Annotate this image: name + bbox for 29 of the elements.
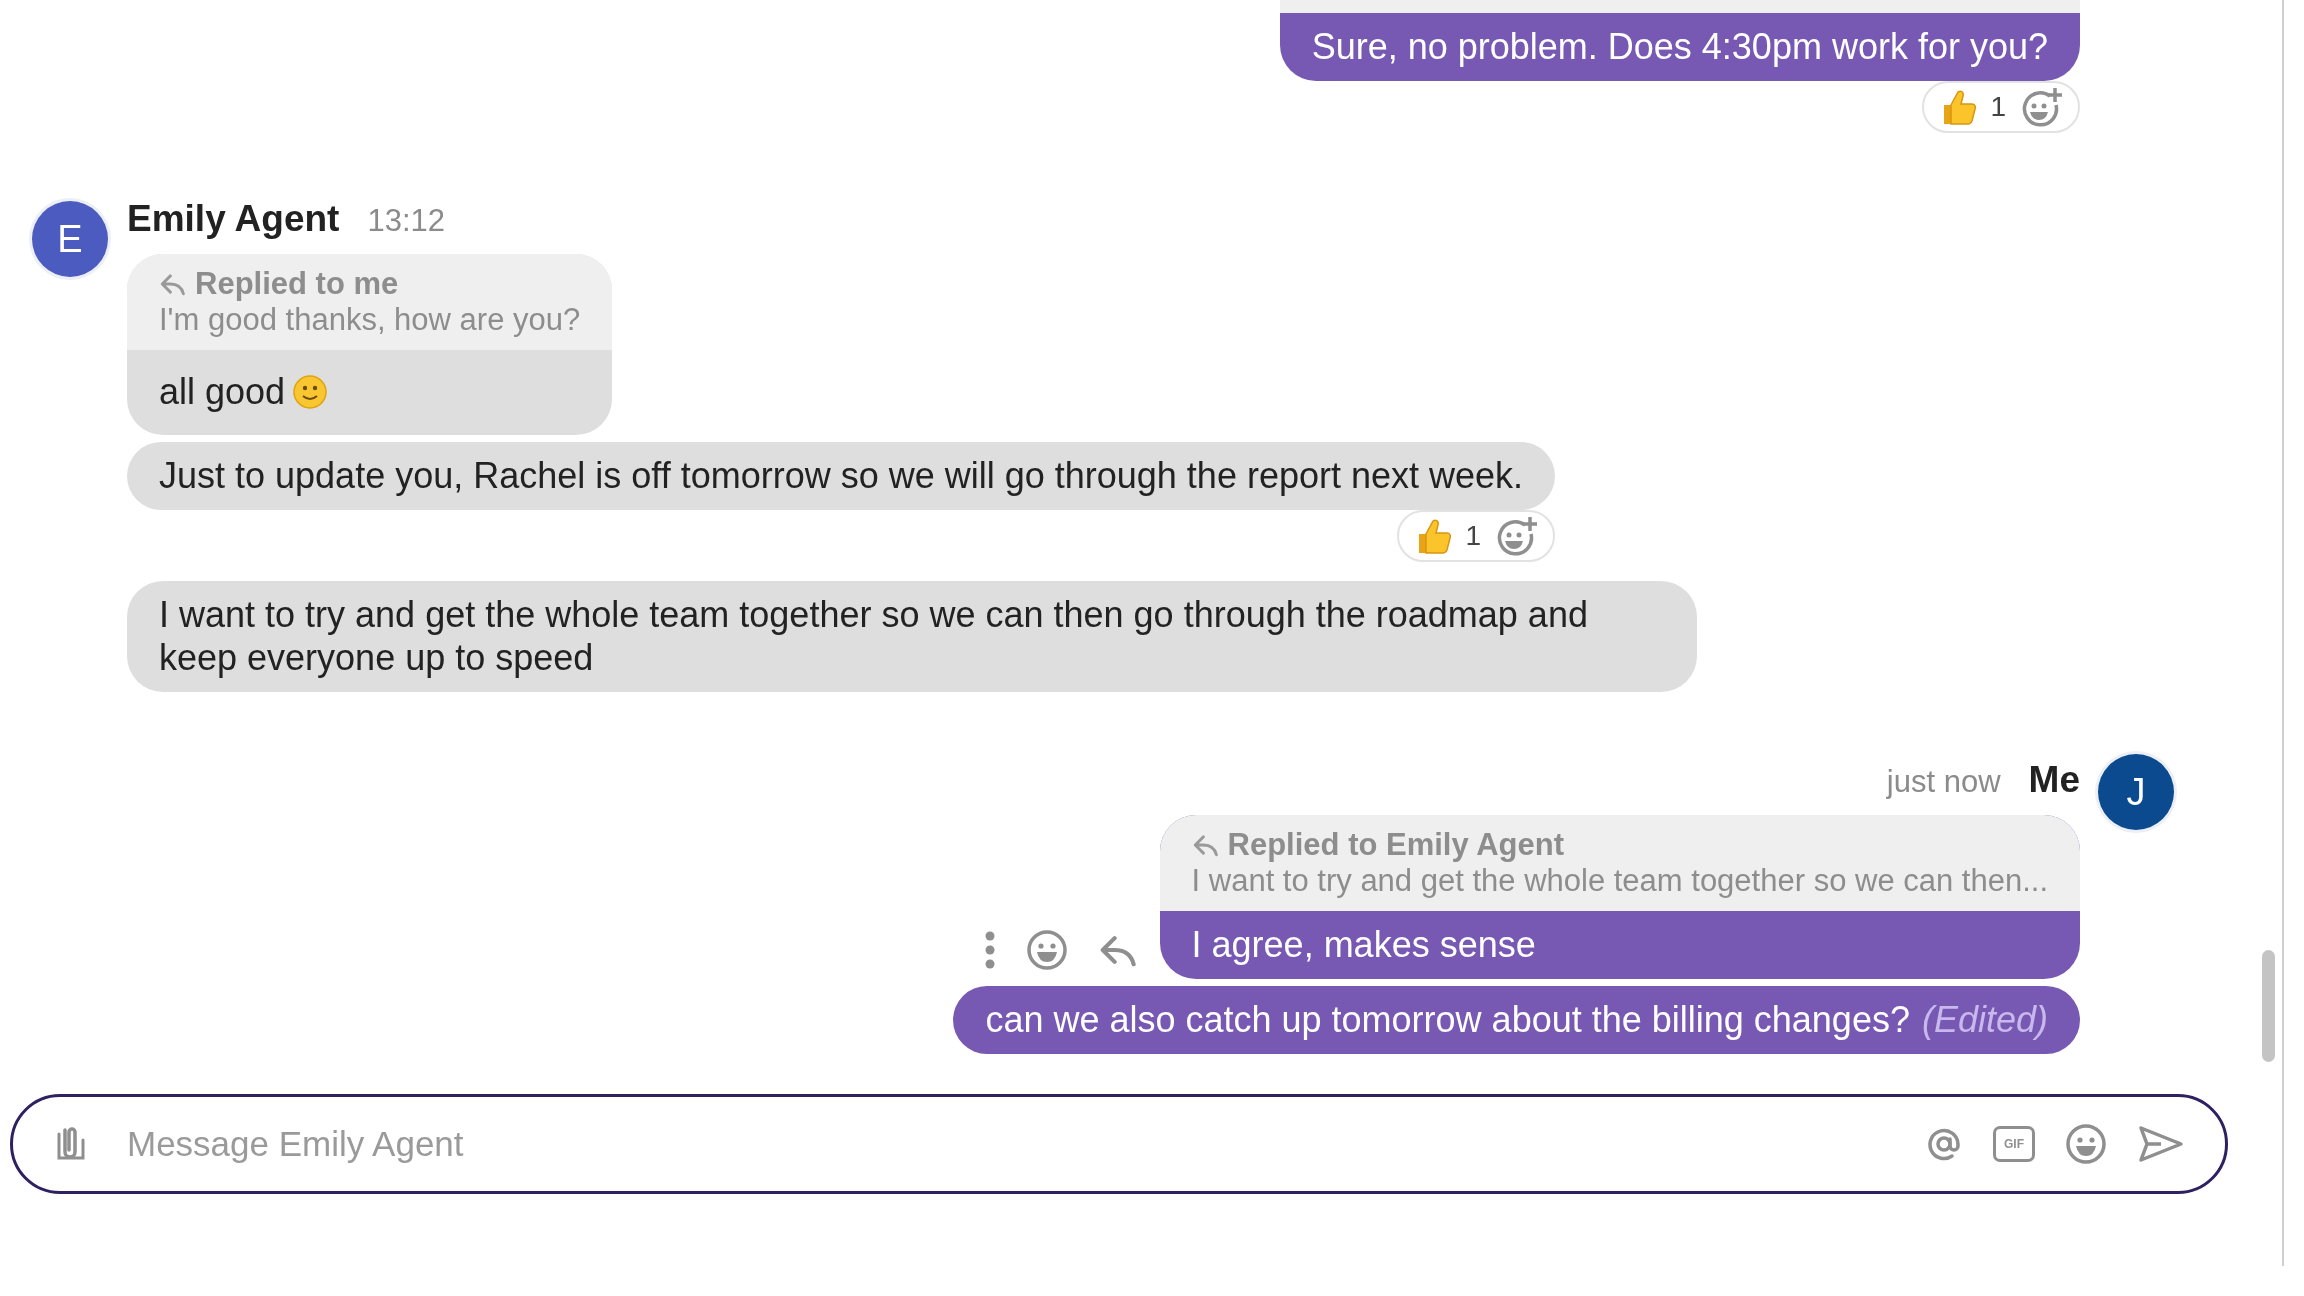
quoted-text: I want to try and get the whole team together so we can then... — [1191, 863, 2048, 899]
add-reaction-icon[interactable] — [2020, 86, 2064, 128]
sender-name: Me — [2028, 758, 2080, 802]
smile-emoji-icon — [293, 374, 328, 409]
message-text: can we also catch up tomorrow about the billing changes? — [985, 998, 1910, 1041]
sender-name: Emily Agent — [127, 197, 340, 241]
avatar: E — [32, 201, 108, 277]
emoji-icon[interactable] — [2065, 1123, 2107, 1165]
reply-icon — [159, 271, 185, 297]
message-text: I agree, makes sense — [1191, 923, 1536, 966]
message-text: all good — [159, 370, 286, 413]
message-text: Just to update you, Rachel is off tomorrow so we will go through the report next week. — [159, 454, 1524, 497]
quoted-text: I'm good thanks, how are you? — [159, 302, 581, 338]
reply-icon — [1191, 832, 1218, 858]
reaction-chip[interactable]: 1 — [1397, 510, 1556, 562]
add-reaction-icon[interactable] — [1495, 515, 1540, 557]
send-icon[interactable] — [2137, 1124, 2185, 1164]
message-time: just now — [1886, 763, 2001, 801]
reaction-chip[interactable]: 1 — [1922, 81, 2080, 133]
scrollbar-thumb[interactable] — [2262, 950, 2275, 1062]
edited-label: (Edited) — [1921, 998, 2048, 1041]
more-options-icon[interactable] — [983, 931, 996, 969]
message-time: 13:12 — [367, 202, 446, 240]
reply-label: Replied to me — [195, 266, 399, 302]
reply-label: Replied to Emily Agent — [1227, 827, 1564, 863]
message-text: Sure, no problem. Does 4:30pm work for you? — [1311, 25, 2048, 68]
avatar: J — [2098, 754, 2174, 830]
emoji-icon[interactable] — [1025, 929, 1068, 971]
message-text: I want to try and get the whole team together so we can then go through the roadmap and keep everyone up to speed — [159, 593, 1589, 679]
